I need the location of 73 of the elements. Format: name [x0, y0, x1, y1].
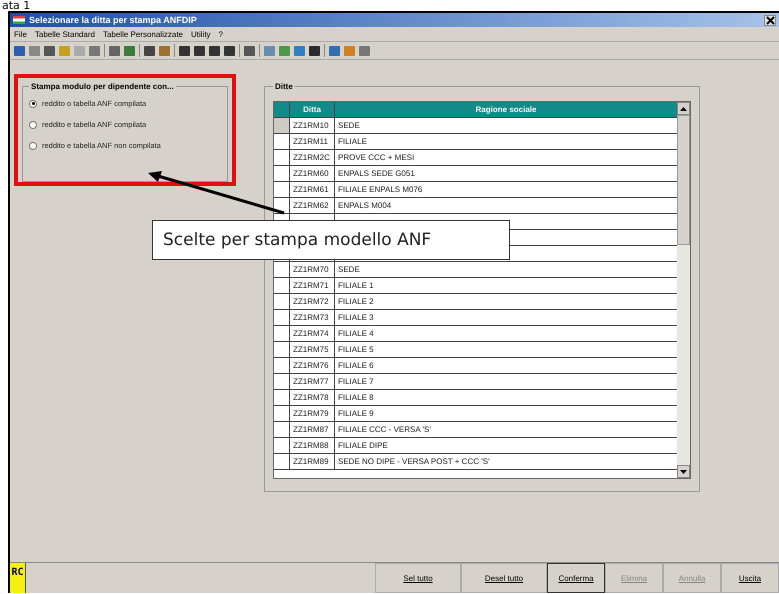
menu-item[interactable]: ?	[218, 30, 223, 38]
table-cell-text: FILIALE CCC - VERSA 'S'	[337, 424, 432, 436]
table-cell: ZZ1RM79	[290, 406, 335, 421]
table-cell: ZZ1RM78	[290, 390, 335, 405]
table-cell: ZZ1RM89	[290, 454, 335, 469]
table-cell: ZZ1RM75	[290, 342, 335, 357]
table-cell-text: FILIALE 2	[337, 296, 375, 308]
up-arrow-icon	[680, 106, 687, 110]
action-button[interactable]: Desel tutto	[461, 563, 547, 593]
table-cell-text: FILIALE DIPE	[337, 440, 389, 452]
table-cell-text: FILIALE 5	[337, 344, 375, 356]
scroll-up-button[interactable]	[677, 102, 690, 115]
table-cell: ZZ1RM2C	[290, 150, 335, 165]
table-cell: ZZ1RM60	[290, 166, 335, 181]
toolbar-icon[interactable]	[224, 46, 235, 56]
table-cell-text: FILIALE 8	[337, 392, 375, 404]
table-cell: ZZ1RM77	[290, 374, 335, 389]
table-cell-text: FILIALE 4	[337, 328, 375, 340]
toolbar-icon[interactable]	[44, 46, 55, 56]
table-cell: ZZ1RM74	[290, 326, 335, 341]
callout-tooltip: Scelte per stampa modello ANF	[152, 220, 510, 260]
table-cell: ZZ1RM70	[290, 262, 335, 277]
column-header[interactable]: Ditta	[290, 102, 335, 117]
group-title: Stampa modulo per dipendente con...	[30, 82, 175, 91]
scrollbar[interactable]	[677, 102, 690, 478]
menu-item[interactable]: File	[14, 30, 27, 38]
table-cell: ZZ1RM10	[290, 118, 335, 133]
toolbar-icon[interactable]	[309, 46, 320, 56]
table-cell-text: SEDE	[337, 264, 361, 276]
table-cell: ZZ1RM72	[290, 294, 335, 309]
menu-item[interactable]: Tabelle Standard	[34, 30, 95, 38]
app-icon	[13, 16, 25, 24]
action-button[interactable]: Uscita	[721, 563, 779, 593]
table-cell-text: ENPALS SEDE G051	[337, 168, 416, 180]
menu-item[interactable]: Tabelle Personalizzate	[102, 30, 183, 38]
action-button[interactable]: Sel tutto	[375, 563, 461, 593]
toolbar-icon[interactable]	[209, 46, 220, 56]
table-cell: ZZ1RM71	[290, 278, 335, 293]
table-cell-text: SEDE NO DIPE - VERSA POST + CCC 'S'	[337, 456, 491, 468]
table-cell-text: FILIALE 6	[337, 360, 375, 372]
toolbar-icon[interactable]	[144, 46, 155, 56]
toolbar-icon[interactable]	[194, 46, 205, 56]
table-cell-text: ENPALS M004	[337, 200, 392, 212]
menu-item[interactable]: Utility	[190, 30, 211, 38]
table-cell-text: FILIALE 7	[337, 376, 375, 388]
table-cell-text: SEDE	[337, 120, 361, 132]
table-cell: ZZ1RM88	[290, 438, 335, 453]
action-button[interactable]: Conferma	[547, 563, 605, 593]
toolbar-icon[interactable]	[14, 46, 25, 56]
table-cell: ZZ1RM76	[290, 358, 335, 373]
window-title: Selezionare la ditta per stampa ANFDIP	[29, 15, 198, 25]
down-arrow-icon	[680, 470, 687, 474]
status-badge: RC	[10, 563, 26, 593]
table-cell: ZZ1RM87	[290, 422, 335, 437]
scroll-thumb[interactable]	[677, 115, 690, 245]
table-cell-text: FILIALE ENPALS M076	[337, 184, 424, 196]
close-button[interactable]	[764, 14, 776, 26]
toolbar-icon[interactable]	[179, 46, 190, 56]
table-cell-text: PROVE CCC + MESI	[337, 152, 416, 164]
table-cell-text: FILIALE	[337, 136, 368, 148]
table-cell: ZZ1RM11	[290, 134, 335, 149]
column-header[interactable]: Ragione sociale	[335, 102, 677, 117]
row-selector[interactable]	[274, 118, 290, 133]
table-cell-text: FILIALE 3	[337, 312, 375, 324]
page-heading: ata 1	[1, 0, 32, 11]
scroll-down-button[interactable]	[677, 465, 690, 478]
table-cell-text: FILIALE 9	[337, 408, 375, 420]
group-title: Ditte	[274, 82, 294, 91]
table-cell-text: FILIALE 1	[337, 280, 375, 292]
table-cell: ZZ1RM73	[290, 310, 335, 325]
table-cell: ZZ1RM61	[290, 182, 335, 197]
table-cell: ZZ1RM62	[290, 198, 335, 213]
toolbar-icon[interactable]	[244, 46, 255, 56]
